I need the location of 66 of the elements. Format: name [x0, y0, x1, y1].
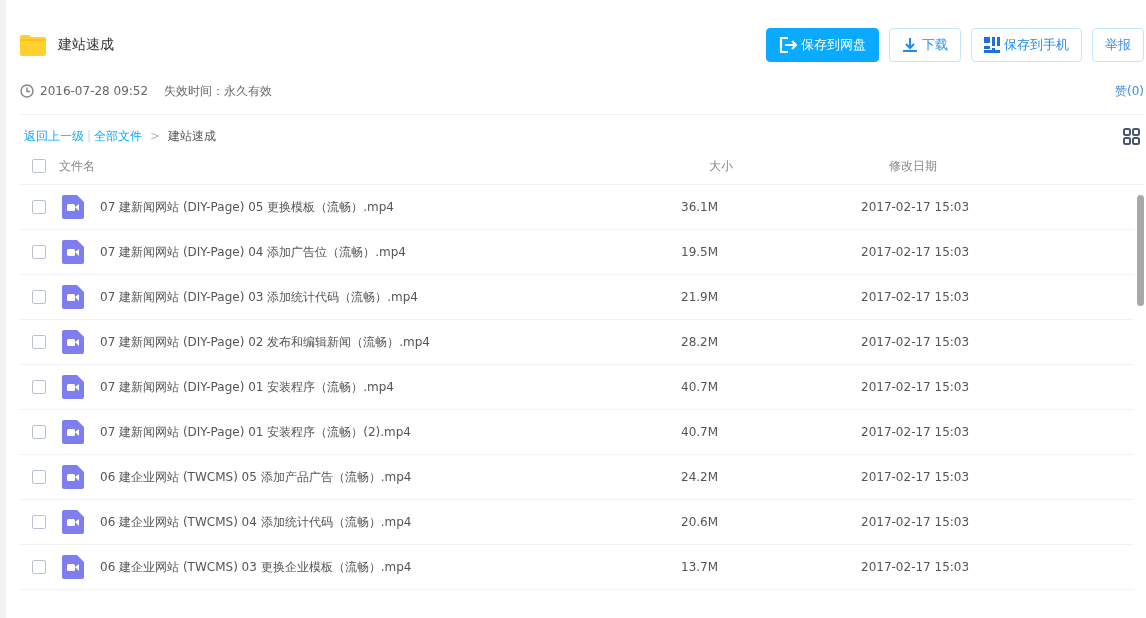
video-file-icon — [62, 375, 84, 399]
row-checkbox[interactable] — [32, 200, 46, 214]
save-icon — [779, 37, 797, 53]
file-name[interactable]: 07 建新闻网站 (DIY-Page) 02 发布和编辑新闻（流畅）.mp4 — [100, 333, 661, 351]
video-file-icon — [62, 285, 84, 309]
row-checkbox[interactable] — [32, 245, 46, 259]
modified-date: 2017-02-17 15:03 — [861, 245, 970, 259]
folder-icon — [20, 34, 46, 56]
file-size: 21.9M — [681, 290, 720, 304]
file-name[interactable]: 06 建企业网站 (TWCMS) 04 添加统计代码（流畅）.mp4 — [100, 513, 661, 531]
file-size: 28.2M — [681, 335, 720, 349]
column-header: 大小 — [709, 157, 734, 175]
scrollbar-thumb[interactable] — [1137, 195, 1144, 306]
file-name[interactable]: 06 建企业网站 (TWCMS) 03 更换企业模板（流畅）.mp4 — [100, 558, 661, 576]
breadcrumb-arrow: > — [150, 129, 161, 143]
like-link[interactable]: 赞(0) — [1115, 82, 1144, 100]
modified-date: 2017-02-17 15:03 — [861, 515, 970, 529]
row-checkbox[interactable] — [32, 425, 46, 439]
qr-code-icon — [984, 37, 1000, 53]
file-size: 24.2M — [681, 470, 720, 484]
column-header: 文件名 — [59, 157, 96, 175]
select-all-checkbox[interactable] — [32, 159, 46, 173]
file-size: 40.7M — [681, 380, 720, 394]
clock-icon — [20, 84, 34, 98]
download-icon — [902, 37, 918, 53]
modified-date: 2017-02-17 15:03 — [861, 200, 970, 214]
video-file-icon — [62, 240, 84, 264]
modified-date: 2017-02-17 15:03 — [861, 560, 970, 574]
modified-date: 2017-02-17 15:03 — [861, 335, 970, 349]
row-checkbox[interactable] — [32, 470, 46, 484]
video-file-icon — [62, 420, 84, 444]
file-name[interactable]: 07 建新闻网站 (DIY-Page) 01 安装程序（流畅）.mp4 — [100, 378, 661, 396]
video-file-icon — [62, 465, 84, 489]
expiry-text: 失效时间：永久有效 — [164, 82, 273, 100]
action-button[interactable]: 下载 — [889, 28, 961, 62]
file-size: 36.1M — [681, 200, 720, 214]
video-file-icon — [62, 510, 84, 534]
column-header: 修改日期 — [889, 157, 937, 175]
action-button[interactable]: 举报 — [1092, 28, 1144, 62]
grid-view-icon[interactable] — [1123, 127, 1140, 145]
file-size: 20.6M — [681, 515, 720, 529]
breadcrumb-separator: | — [87, 129, 92, 143]
modified-date: 2017-02-17 15:03 — [861, 425, 970, 439]
modified-date: 2017-02-17 15:03 — [861, 290, 970, 304]
row-checkbox[interactable] — [32, 335, 46, 349]
video-file-icon — [62, 195, 84, 219]
folder-title: 建站速成 — [58, 36, 114, 54]
modified-date: 2017-02-17 15:03 — [861, 470, 970, 484]
row-checkbox[interactable] — [32, 515, 46, 529]
file-size: 13.7M — [681, 560, 720, 574]
file-name[interactable]: 06 建企业网站 (TWCMS) 05 添加产品广告（流畅）.mp4 — [100, 468, 661, 486]
file-name[interactable]: 07 建新闻网站 (DIY-Page) 05 更换模板（流畅）.mp4 — [100, 198, 661, 216]
file-size: 40.7M — [681, 425, 720, 439]
video-file-icon — [62, 330, 84, 354]
breadcrumb-current: 建站速成 — [168, 127, 217, 145]
modified-date: 2017-02-17 15:03 — [861, 380, 970, 394]
row-checkbox[interactable] — [32, 290, 46, 304]
file-name[interactable]: 07 建新闻网站 (DIY-Page) 03 添加统计代码（流畅）.mp4 — [100, 288, 661, 306]
file-size: 19.5M — [681, 245, 720, 259]
row-checkbox[interactable] — [32, 560, 46, 574]
file-name[interactable]: 07 建新闻网站 (DIY-Page) 04 添加广告位（流畅）.mp4 — [100, 243, 661, 261]
action-button[interactable]: 保存到手机 — [971, 28, 1082, 62]
row-checkbox[interactable] — [32, 380, 46, 394]
file-name[interactable]: 07 建新闻网站 (DIY-Page) 01 安装程序（流畅）(2).mp4 — [100, 423, 661, 441]
share-date: 2016-07-28 09:52 — [40, 84, 149, 98]
video-file-icon — [62, 555, 84, 579]
